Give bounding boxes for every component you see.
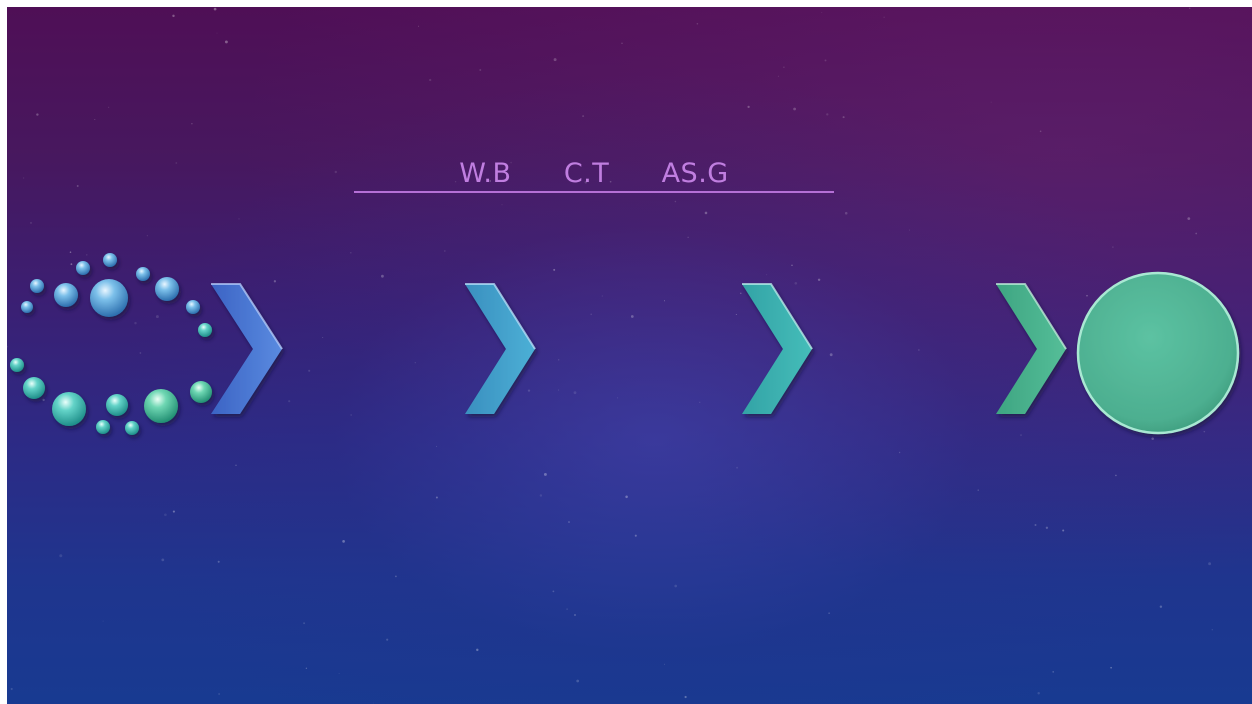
dot — [10, 358, 24, 372]
dot — [103, 253, 117, 267]
chevron-right-icon — [465, 283, 536, 414]
chevron-right-icon — [742, 283, 813, 414]
dot — [125, 421, 139, 435]
circle-icon — [1076, 271, 1240, 435]
dot — [90, 279, 128, 317]
dot — [76, 261, 90, 275]
dot — [144, 389, 178, 423]
slide: W.B C.T AS.G — [7, 7, 1252, 704]
chevron-right-icon — [211, 283, 283, 414]
dot — [186, 300, 200, 314]
dot — [190, 381, 212, 403]
process-graphic — [10, 253, 1240, 435]
dot — [52, 392, 86, 426]
dot — [198, 323, 212, 337]
dot — [21, 301, 33, 313]
dot — [106, 394, 128, 416]
dot — [30, 279, 44, 293]
dot — [54, 283, 78, 307]
dot-ring-icon — [10, 253, 212, 435]
dot — [96, 420, 110, 434]
dot — [155, 277, 179, 301]
chevron-right-icon — [996, 283, 1067, 414]
dot — [136, 267, 150, 281]
dot — [23, 377, 45, 399]
